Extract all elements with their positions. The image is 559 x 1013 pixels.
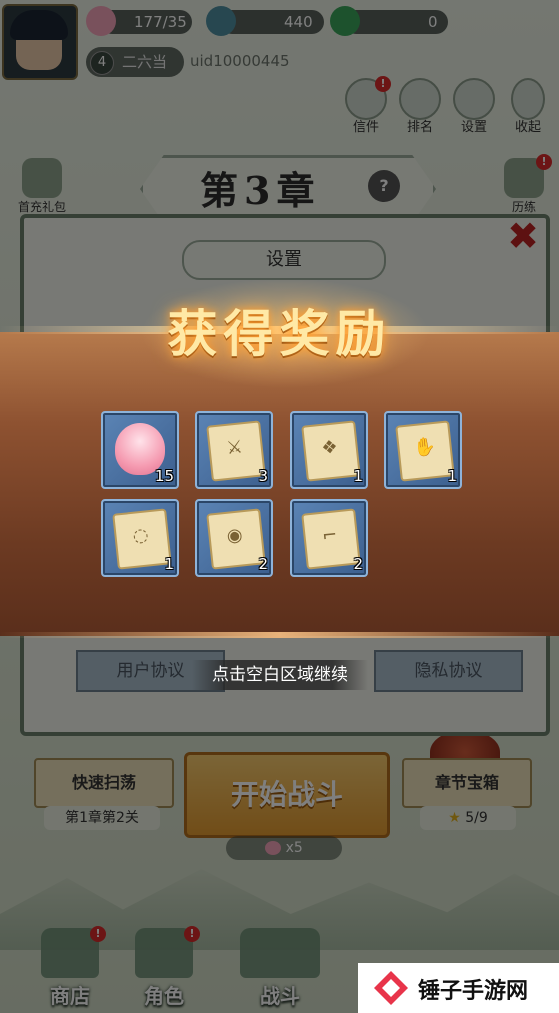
reward-item-bracer-scroll[interactable]: ✋ 1 [384,411,462,489]
armor-scroll-icon: ❖ [301,420,361,482]
necklace-scroll-icon: ◌ [112,508,172,570]
watermark-logo-icon [374,971,408,1005]
reward-band-bottom-edge [0,632,559,638]
reward-item-peach[interactable]: 15 [101,411,179,489]
boots-scroll-icon: ⌐ [301,508,361,570]
site-watermark: 锤子手游网 [358,963,559,1013]
reward-item-weapon-scroll[interactable]: ⚔ 3 [195,411,273,489]
bracer-scroll-icon: ✋ [395,420,455,482]
reward-item-boots-scroll[interactable]: ⌐ 2 [290,499,368,577]
ring-scroll-icon: ◉ [206,508,266,570]
reward-item-armor-scroll[interactable]: ❖ 1 [290,411,368,489]
reward-item-ring-scroll[interactable]: ◉ 2 [195,499,273,577]
reward-item-necklace-scroll[interactable]: ◌ 1 [101,499,179,577]
weapon-scroll-icon: ⚔ [206,420,266,482]
reward-title: 获得奖励 [167,304,392,363]
continue-hint: 点击空白区域继续 [192,660,368,690]
